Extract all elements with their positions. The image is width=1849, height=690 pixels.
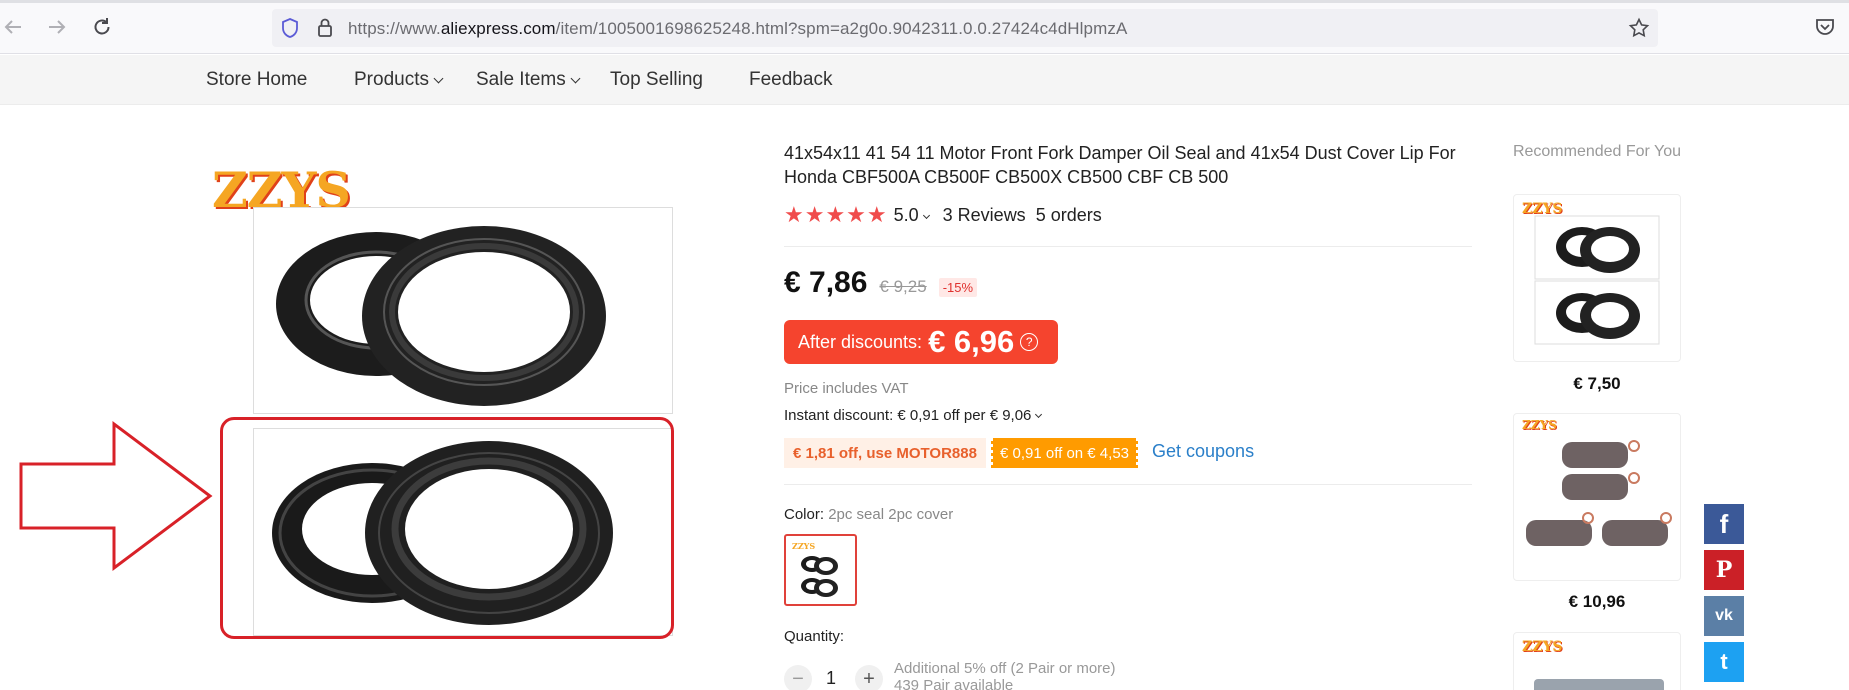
lock-icon[interactable] [316,17,334,44]
reload-icon[interactable] [89,14,115,40]
after-discount-price[interactable]: After discounts: € 6,96 ? [784,320,1058,364]
divider [784,484,1472,485]
recommended-item[interactable]: ZZYS [1513,194,1681,362]
product-title: 41x54x11 41 54 11 Motor Front Fork Dampe… [784,143,1456,187]
recommended-price: € 10,96 [1568,592,1626,611]
reviews-link[interactable]: 3 Reviews [943,205,1026,226]
store-coupon[interactable]: € 0,91 off on € 4,53 [988,438,1141,468]
color-value: 2pc seal 2pc cover [828,506,954,523]
vk-share-icon[interactable]: vk [1704,596,1744,636]
additional-discount: Additional 5% off (2 Pair or more) [894,660,1116,677]
facebook-share-icon[interactable]: f [1704,504,1744,544]
pocket-icon[interactable] [1814,16,1836,43]
recommended-title: Recommended For You [1512,143,1682,160]
brand-logo: ZZYS [1522,418,1557,432]
quantity-input[interactable]: 1 [826,668,836,689]
stock-available: 439 Pair available [894,677,1014,690]
get-coupons-link[interactable]: Get coupons [1152,441,1254,462]
star-rating-icon: ★★★★★ [784,202,888,227]
color-swatch-selected[interactable]: ZZYS [784,534,857,606]
help-icon[interactable]: ? [1020,333,1039,351]
rating-row: ★★★★★ 5.0 3 Reviews 5 orders [784,202,1102,228]
current-price: € 7,86 [784,266,868,299]
back-icon[interactable] [0,14,26,40]
pinterest-share-icon[interactable]: P [1704,550,1744,590]
rating-value[interactable]: 5.0 [894,205,930,226]
quantity-increase-button[interactable]: + [855,665,883,690]
bulk-discount-note: Additional 5% off (2 Pair or more) 439 P… [894,660,1116,690]
shield-icon[interactable] [280,17,300,44]
chevron-down-icon [1035,410,1043,419]
vat-note: Price includes VAT [784,380,909,397]
annotation-highlight-box [220,417,674,639]
url-bar[interactable]: https://www.aliexpress.com/item/10050016… [272,9,1658,47]
recommended-item[interactable]: ZZYS [1513,632,1681,690]
bookmark-star-icon[interactable] [1628,17,1650,44]
price-row: € 7,86 € 9,25 -15% [784,266,978,300]
browser-toolbar: https://www.aliexpress.com/item/10050016… [0,0,1849,54]
after-discount-label: After discounts: [798,331,923,352]
orders-count: 5 orders [1035,204,1102,225]
quantity-label: Quantity: [784,628,845,645]
product-image-oil-seals[interactable] [253,207,673,414]
swatch-brand-icon: ZZYS [792,541,815,551]
annotation-arrow [18,420,214,577]
recommended-price: € 7,50 [1573,374,1621,393]
color-label: Color: 2pc seal 2pc cover [784,506,954,523]
instant-discount[interactable]: Instant discount: € 0,91 off per € 9,06 [784,407,1043,424]
brand-logo: ZZYS [1522,639,1563,655]
divider [784,246,1472,247]
nav-feedback[interactable]: Feedback [749,69,832,91]
nav-top-selling[interactable]: Top Selling [610,69,703,91]
store-coupon-code[interactable]: € 1,81 off, use MOTOR888 [784,438,986,468]
chevron-down-icon [570,73,581,84]
forward-icon[interactable] [44,14,70,40]
nav-sale-items[interactable]: Sale Items [476,69,581,91]
nav-products[interactable]: Products [354,69,444,91]
chevron-down-icon [433,73,444,84]
chevron-down-icon [922,211,930,219]
discount-badge: -15% [938,278,978,297]
original-price: € 9,25 [879,277,927,296]
recommended-item[interactable]: ZZYS [1513,413,1681,581]
after-discount-amount: € 6,96 [928,324,1015,359]
url-text[interactable]: https://www.aliexpress.com/item/10050016… [348,19,1127,39]
twitter-share-icon[interactable]: t [1704,642,1744,682]
store-nav: Store Home Products Sale Items Top Selli… [0,55,1849,105]
quantity-decrease-button[interactable]: − [784,665,812,690]
nav-store-home[interactable]: Store Home [206,69,307,91]
